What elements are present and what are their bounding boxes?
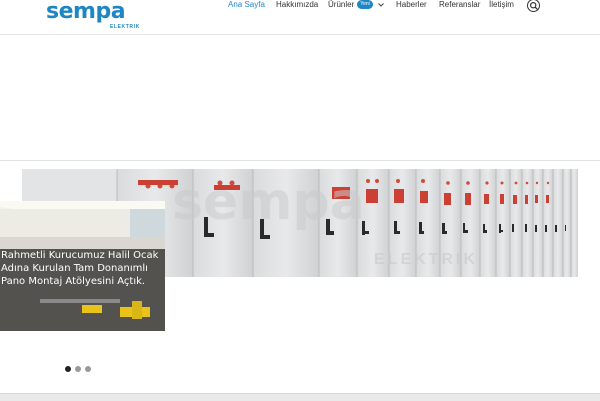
nav-contact[interactable]: İletişim	[489, 0, 514, 12]
logo-text: sempa	[46, 0, 126, 24]
watermark-text: sempa	[172, 172, 365, 232]
section-divider	[0, 160, 600, 161]
nav-references[interactable]: Referanslar	[439, 0, 480, 12]
logo[interactable]: sempa ELEKTRIK	[46, 0, 140, 32]
chevron-down-icon[interactable]	[377, 1, 385, 9]
nav-news[interactable]: Haberler	[396, 0, 427, 12]
logo-subtext: ELEKTRIK	[110, 24, 140, 30]
nav-about[interactable]: Hakkımızda	[276, 0, 318, 12]
slider-dot-2[interactable]	[75, 366, 81, 372]
site-header: sempa ELEKTRIK Ana Sayfa Hakkımızda Ürün…	[0, 0, 600, 35]
caption-text: Rahmetli Kurucumuz Halil Ocak Adına Kuru…	[1, 250, 159, 287]
slide-caption[interactable]: Rahmetli Kurucumuz Halil Ocak Adına Kuru…	[0, 201, 165, 331]
watermark-subtext: ELEKTRIK	[374, 251, 478, 268]
slider-dot-3[interactable]	[85, 366, 91, 372]
search-button[interactable]	[527, 0, 540, 12]
nav-products[interactable]: Ürünler	[328, 0, 354, 12]
new-badge: Yeni	[357, 0, 373, 9]
search-icon	[529, 1, 538, 10]
slider-dot-1[interactable]	[65, 366, 71, 372]
nav-home[interactable]: Ana Sayfa	[228, 0, 265, 12]
